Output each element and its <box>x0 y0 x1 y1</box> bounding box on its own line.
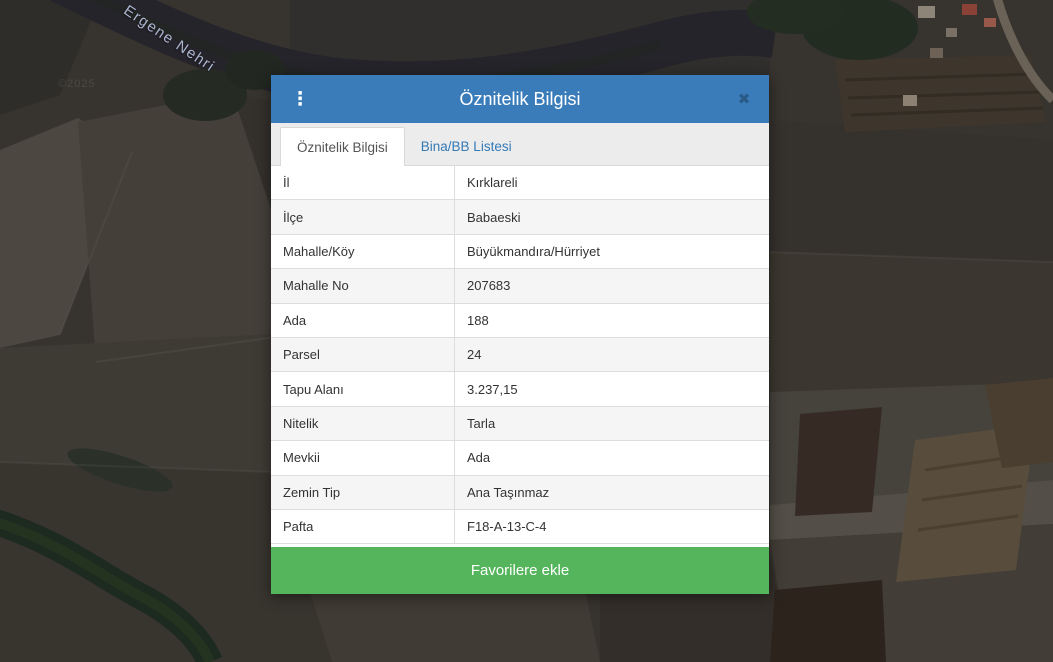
row-value: Tarla <box>455 416 495 431</box>
row-value: Babaeski <box>455 210 520 225</box>
modal-title: Öznitelik Bilgisi <box>459 89 580 110</box>
row-label: Tapu Alanı <box>271 372 455 405</box>
tab-bar: Öznitelik Bilgisi Bina/BB Listesi <box>271 123 769 166</box>
table-row-nitelik: Nitelik Tarla <box>271 407 769 441</box>
row-label: Zemin Tip <box>271 476 455 509</box>
close-button[interactable]: ✖ <box>729 75 759 123</box>
row-label: Pafta <box>271 510 455 543</box>
row-value: 207683 <box>455 278 510 293</box>
table-row-il: İl Kırklareli <box>271 166 769 200</box>
table-row-mahalle-no: Mahalle No 207683 <box>271 269 769 303</box>
row-label: İlçe <box>271 200 455 233</box>
row-label: Mahalle No <box>271 269 455 302</box>
row-value: F18-A-13-C-4 <box>455 519 546 534</box>
attribute-table: İl Kırklareli İlçe Babaeski Mahalle/Köy … <box>271 166 769 544</box>
tab-bina-bb-listesi[interactable]: Bina/BB Listesi <box>405 127 528 165</box>
row-value: Ana Taşınmaz <box>455 485 549 500</box>
modal-header[interactable]: ⋮ Öznitelik Bilgisi ✖ <box>271 75 769 123</box>
row-label: Ada <box>271 304 455 337</box>
row-value: Kırklareli <box>455 175 518 190</box>
row-label: Nitelik <box>271 407 455 440</box>
row-label: Mevkii <box>271 441 455 474</box>
table-row-ada: Ada 188 <box>271 304 769 338</box>
map-copyright-watermark: ©2025 <box>58 78 96 90</box>
add-to-favorites-button[interactable]: Favorilere ekle <box>271 547 769 594</box>
kebab-menu-icon: ⋮ <box>291 90 310 109</box>
table-row-tapu-alani: Tapu Alanı 3.237,15 <box>271 372 769 406</box>
row-value: Büyükmandıra/Hürriyet <box>455 244 600 259</box>
row-label: İl <box>271 166 455 199</box>
row-value: 188 <box>455 313 489 328</box>
row-label: Mahalle/Köy <box>271 235 455 268</box>
table-row-zemin-tip: Zemin Tip Ana Taşınmaz <box>271 476 769 510</box>
row-value: 24 <box>455 347 481 362</box>
close-icon: ✖ <box>738 90 751 108</box>
row-value: Ada <box>455 450 490 465</box>
row-value: 3.237,15 <box>455 382 518 397</box>
tab-oznitelik-bilgisi[interactable]: Öznitelik Bilgisi <box>280 127 405 166</box>
table-row-parsel: Parsel 24 <box>271 338 769 372</box>
row-label: Parsel <box>271 338 455 371</box>
table-row-pafta: Pafta F18-A-13-C-4 <box>271 510 769 544</box>
attribute-info-modal: ⋮ Öznitelik Bilgisi ✖ Öznitelik Bilgisi … <box>271 75 769 594</box>
kebab-menu-button[interactable]: ⋮ <box>285 75 315 123</box>
table-row-ilce: İlçe Babaeski <box>271 200 769 234</box>
table-row-mevkii: Mevkii Ada <box>271 441 769 475</box>
table-row-mahalle-koy: Mahalle/Köy Büyükmandıra/Hürriyet <box>271 235 769 269</box>
